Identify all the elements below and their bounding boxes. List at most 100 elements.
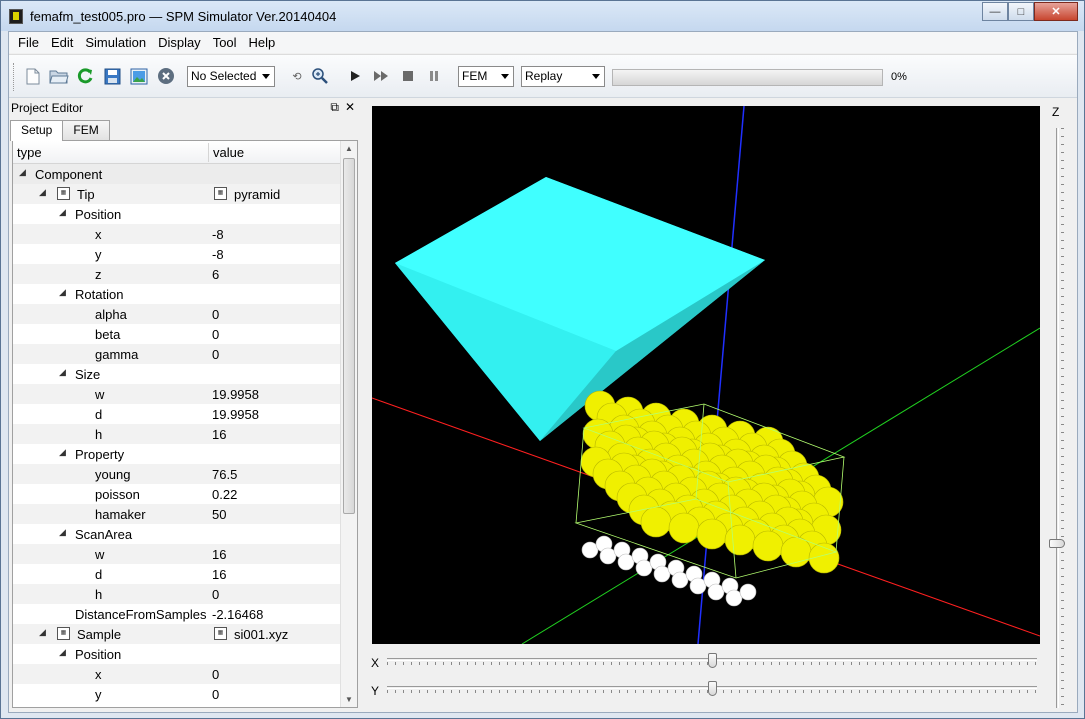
tree-row[interactable]: z6	[13, 264, 340, 284]
expand-toggle-icon[interactable]: ◢	[59, 287, 66, 298]
expand-toggle-icon[interactable]: ◢	[59, 527, 66, 538]
column-header-type[interactable]: type	[17, 145, 42, 160]
play-icon[interactable]	[345, 66, 365, 86]
new-file-icon[interactable]	[23, 66, 43, 86]
tree-row-value[interactable]: -8	[212, 247, 224, 262]
column-divider[interactable]	[208, 143, 209, 162]
tree-row[interactable]: y -8	[13, 244, 340, 264]
menu-tool[interactable]: Tool	[207, 32, 243, 53]
x-slider-handle[interactable]	[708, 653, 717, 668]
float-dock-icon[interactable]: ⧉	[330, 100, 339, 115]
y-slider[interactable]	[387, 681, 1037, 696]
tree-row[interactable]: DistanceFromSamples -2.16468	[13, 604, 340, 624]
tree-row-value[interactable]: 0	[212, 587, 219, 602]
menu-edit[interactable]: Edit	[45, 32, 79, 53]
tree-row[interactable]: hamaker 50	[13, 504, 340, 524]
minimize-button[interactable]: —	[982, 2, 1008, 21]
expand-toggle-icon[interactable]: ◢	[19, 167, 26, 178]
expand-toggle-icon[interactable]: ◢	[59, 647, 66, 658]
tree-row[interactable]: h 16	[13, 424, 340, 444]
tree-row-value[interactable]: 19.9958	[212, 407, 259, 422]
menu-file[interactable]: File	[12, 32, 45, 53]
tree-scrollbar[interactable]: ▲ ▼	[340, 141, 357, 707]
tree-row-value[interactable]: 16	[212, 547, 226, 562]
z-slider-handle[interactable]	[1049, 539, 1065, 548]
selection-dropdown[interactable]: No Selected	[187, 66, 275, 87]
tree-row[interactable]: d 19.9958	[13, 404, 340, 424]
tree-row[interactable]: alpha 0	[13, 304, 340, 324]
stop-icon[interactable]	[398, 66, 418, 86]
tree-row-value[interactable]: -2.16468	[212, 607, 263, 622]
tree-row[interactable]: ◢ ScanArea	[13, 524, 340, 544]
expand-toggle-icon[interactable]: ◢	[59, 447, 66, 458]
save-icon[interactable]	[102, 66, 122, 86]
tree-row[interactable]: young 76.5	[13, 464, 340, 484]
tree-row[interactable]: ◢ Position	[13, 204, 340, 224]
tree-row[interactable]: beta 0	[13, 324, 340, 344]
tree-row[interactable]: ◢ ▦ Tip ▦ pyramid	[13, 184, 340, 204]
tree-row-value[interactable]: 16	[212, 567, 226, 582]
tree-row-value[interactable]: 0	[212, 687, 219, 702]
tree-row[interactable]: y0	[13, 684, 340, 704]
column-header-value[interactable]: value	[213, 145, 244, 160]
tab-fem[interactable]: FEM	[62, 120, 110, 140]
tree-row[interactable]: ◢ ▦ Sample ▦ si001.xyz	[13, 624, 340, 644]
reload-icon[interactable]	[75, 66, 95, 86]
tree-row[interactable]: h0	[13, 584, 340, 604]
tree-row[interactable]: ◢ Position	[13, 644, 340, 664]
pause-icon[interactable]	[424, 66, 444, 86]
y-slider-handle[interactable]	[708, 681, 717, 696]
open-folder-icon[interactable]	[49, 66, 69, 86]
tree-row[interactable]: x0	[13, 664, 340, 684]
playback-dropdown[interactable]: Replay	[521, 66, 605, 87]
tree-row-value[interactable]: -8	[212, 227, 224, 242]
z-slider[interactable]	[1046, 128, 1068, 708]
tree-row-value[interactable]: 0	[212, 327, 219, 342]
scroll-up-icon[interactable]: ▲	[345, 144, 353, 153]
scroll-down-icon[interactable]: ▼	[345, 695, 353, 704]
menu-display[interactable]: Display	[152, 32, 207, 53]
expand-toggle-icon[interactable]: ◢	[59, 367, 66, 378]
tree-row-value[interactable]: 0	[212, 347, 219, 362]
pointer-icon[interactable]: ⟲	[287, 66, 307, 86]
tree-row[interactable]: ◢ Rotation	[13, 284, 340, 304]
toolbar-grip[interactable]	[13, 63, 16, 91]
zoom-icon[interactable]	[310, 66, 330, 86]
tree-row-value[interactable]: 6	[212, 267, 219, 282]
tree-row[interactable]: ◢ Component	[13, 164, 340, 184]
close-button[interactable]: ✕	[1034, 2, 1078, 21]
mode-dropdown[interactable]: FEM	[458, 66, 514, 87]
tab-setup[interactable]: Setup	[10, 120, 64, 141]
close-circle-icon[interactable]	[156, 66, 176, 86]
property-tree[interactable]: type value ◢ Component ◢ ▦ Tip ▦ pyramid ◢ Posit…	[12, 140, 358, 708]
image-icon[interactable]	[129, 66, 149, 86]
tree-row-value[interactable]: pyramid	[234, 187, 280, 202]
tree-row-value[interactable]: 16	[212, 427, 226, 442]
tree-row[interactable]: gamma 0	[13, 344, 340, 364]
tree-row-value[interactable]: 76.5	[212, 467, 237, 482]
maximize-button[interactable]: □	[1008, 2, 1034, 21]
menu-simulation[interactable]: Simulation	[79, 32, 152, 53]
tree-row-value[interactable]: 0	[212, 667, 219, 682]
expand-toggle-icon[interactable]: ◢	[59, 207, 66, 218]
menu-help[interactable]: Help	[243, 32, 282, 53]
tree-row[interactable]: ◢ Size	[13, 364, 340, 384]
3d-scene[interactable]	[372, 106, 1040, 644]
3d-viewport[interactable]	[372, 106, 1040, 644]
tree-row[interactable]: x -8	[13, 224, 340, 244]
tree-row[interactable]: poisson 0.22	[13, 484, 340, 504]
close-dock-icon[interactable]: ✕	[345, 100, 355, 115]
tree-row[interactable]: ◢ Property	[13, 444, 340, 464]
x-slider[interactable]	[387, 653, 1037, 668]
fast-forward-icon[interactable]	[371, 66, 391, 86]
tree-row-value[interactable]: 19.9958	[212, 387, 259, 402]
tree-row[interactable]: w 16	[13, 544, 340, 564]
tree-row-value[interactable]: 50	[212, 507, 226, 522]
tree-row[interactable]: d 16	[13, 564, 340, 584]
expand-toggle-icon[interactable]: ◢	[39, 187, 46, 198]
scrollbar-thumb[interactable]	[343, 158, 355, 514]
tree-row-value[interactable]: si001.xyz	[234, 627, 288, 642]
expand-toggle-icon[interactable]: ◢	[39, 627, 46, 638]
tree-row[interactable]: w 19.9958	[13, 384, 340, 404]
tree-row-value[interactable]: 0	[212, 307, 219, 322]
